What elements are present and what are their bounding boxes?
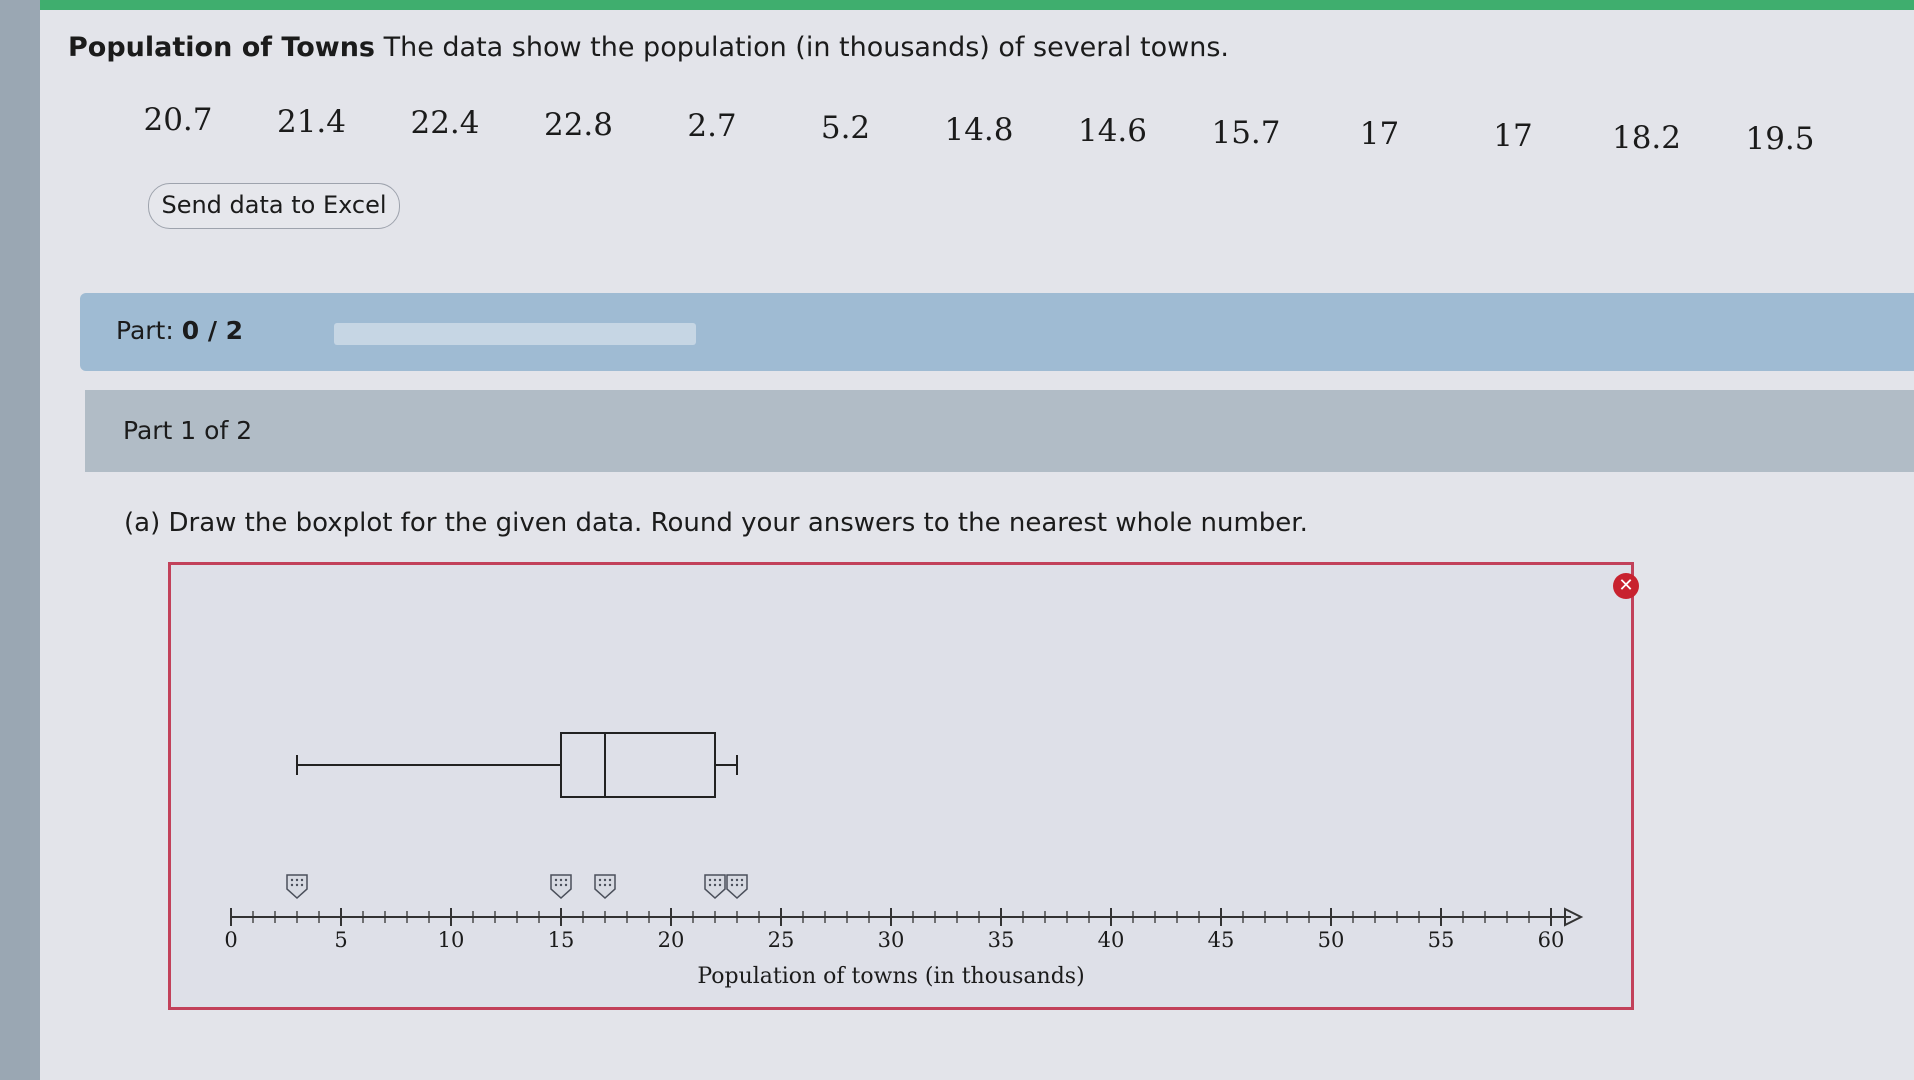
- top-accent-bar: [0, 0, 1914, 10]
- part-progress-label: Part: 0 / 2: [116, 316, 243, 345]
- data-value: 21.4: [276, 104, 347, 140]
- data-value: 18.2: [1611, 120, 1682, 156]
- part-progress-prefix: Part:: [116, 316, 182, 345]
- data-value: 17: [1493, 118, 1533, 154]
- clear-answer-icon[interactable]: ✕: [1613, 573, 1639, 599]
- tick-label: 25: [768, 928, 795, 952]
- tick-label: 40: [1098, 928, 1125, 952]
- max-draggable-handle-icon[interactable]: [726, 874, 748, 900]
- data-value: 15.7: [1211, 115, 1281, 151]
- tick-label: 35: [988, 928, 1015, 952]
- data-value: 22.4: [410, 105, 480, 141]
- part-progress-bar: Part: 0 / 2: [80, 293, 1914, 371]
- min-draggable-handle-icon[interactable]: [286, 874, 308, 900]
- data-value: 22.8: [543, 107, 614, 143]
- progress-track: [334, 323, 696, 345]
- question-prompt: (a) Draw the boxplot for the given data.…: [124, 508, 1308, 538]
- boxplot-answer-area[interactable]: 0 5 10 15 20 25 30 35 40 45 50 55 60 Population of to…: [168, 562, 1634, 1010]
- boxplot-chart[interactable]: 0 5 10 15 20 25 30 35 40 45 50 55 60 Population of to…: [171, 565, 1631, 1007]
- part-progress-value: 0 / 2: [181, 316, 244, 345]
- median-draggable-handle-icon[interactable]: [594, 874, 616, 900]
- tick-label: 0: [224, 928, 237, 952]
- data-value: 20.7: [143, 102, 213, 138]
- tick-label: 20: [658, 928, 685, 952]
- problem-description: The data show the population (in thousan…: [375, 32, 1229, 63]
- tick-label: 5: [334, 928, 347, 952]
- tick-label: 50: [1318, 928, 1345, 952]
- tick-label: 45: [1208, 928, 1235, 952]
- iqr-box: [560, 732, 716, 798]
- q1-draggable-handle-icon[interactable]: [550, 874, 572, 900]
- tick-label: 15: [548, 928, 575, 952]
- part-header-bar: Part 1 of 2: [85, 390, 1914, 472]
- data-values-row: 20.7 21.4 22.4 22.8 2.7 5.2 14.8 14.6 15.7 17 17 18…: [40, 102, 1914, 157]
- left-edge-strip: [0, 0, 40, 1080]
- part-header-label: Part 1 of 2: [123, 416, 253, 445]
- data-value: 2.7: [687, 108, 737, 144]
- data-value: 14.8: [944, 112, 1014, 148]
- data-value: 14.6: [1077, 113, 1148, 149]
- q3-draggable-handle-icon[interactable]: [704, 874, 726, 900]
- tick-label: 55: [1428, 928, 1455, 952]
- send-to-excel-button[interactable]: Send data to Excel: [148, 183, 400, 229]
- tick-label: 60: [1538, 928, 1565, 952]
- x-axis-label: Population of towns (in thousands): [697, 964, 1084, 989]
- problem-heading: Population of Towns The data show the po…: [68, 32, 1229, 63]
- data-value: 5.2: [820, 110, 871, 146]
- data-value: 17: [1359, 116, 1400, 152]
- data-value: 19.5: [1745, 121, 1815, 157]
- tick-label: 10: [438, 928, 465, 952]
- problem-title: Population of Towns: [68, 32, 376, 63]
- tick-label: 30: [878, 928, 905, 952]
